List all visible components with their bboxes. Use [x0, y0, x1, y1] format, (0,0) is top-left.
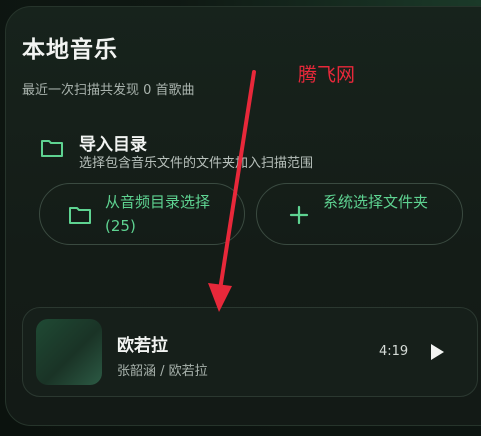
system-select-folder-label: 系统选择文件夹	[323, 193, 429, 211]
song-artist-album: 张韶涵 / 欧若拉	[117, 364, 208, 379]
folder-icon	[41, 140, 63, 157]
play-icon[interactable]	[426, 340, 448, 364]
page-title: 本地音乐	[22, 37, 118, 63]
album-art	[36, 319, 102, 385]
scan-summary: 最近一次扫描共发现 0 首歌曲	[22, 83, 195, 98]
song-duration: 4:19	[379, 344, 409, 359]
folder-icon	[69, 207, 91, 224]
system-select-folder-button[interactable]: 系统选择文件夹	[256, 183, 463, 245]
song-title: 欧若拉	[117, 336, 168, 356]
plus-icon	[289, 205, 309, 225]
watermark-text: 腾飞网	[298, 64, 356, 86]
select-from-audio-directory-label: 从音频目录选择 (25)	[105, 193, 211, 235]
import-directory-description: 选择包含音乐文件的文件夹加入扫描范围	[79, 156, 314, 171]
select-from-audio-directory-button[interactable]: 从音频目录选择 (25)	[39, 183, 245, 245]
app-screen: 本地音乐 最近一次扫描共发现 0 首歌曲 腾飞网 导入目录 选择包含音乐文件的文…	[0, 0, 481, 436]
